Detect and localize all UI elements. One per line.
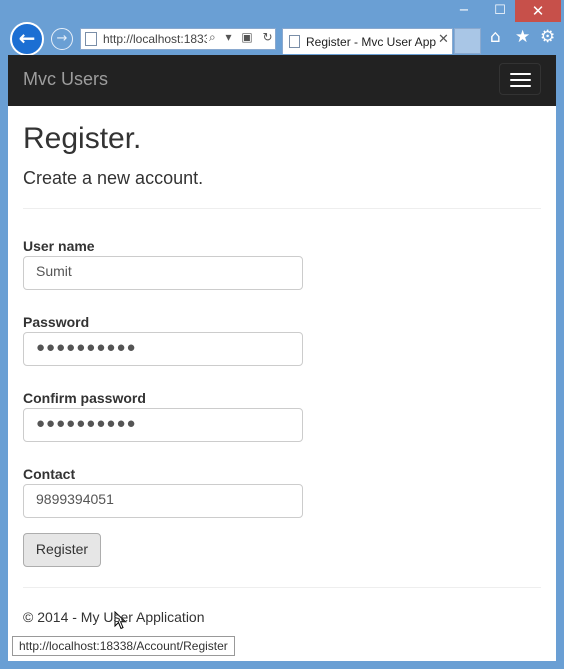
page-title: Register. [23,122,142,155]
password-input[interactable]: ●●●●●●●●●● [23,332,303,366]
footer-text: © 2014 - My User Application [23,609,205,625]
tab-close-icon[interactable]: ✕ [438,32,449,47]
password-label: Password [23,314,90,330]
favorites-star-icon[interactable]: ★ [515,27,530,47]
window-titlebar: − ☐ ✕ [0,0,564,24]
close-button[interactable]: ✕ [515,0,561,22]
confirm-password-input[interactable]: ●●●●●●●●●● [23,408,303,442]
page-icon [85,32,97,46]
gear-icon[interactable]: ⚙ [540,27,555,47]
username-label: User name [23,238,95,254]
forward-button[interactable]: → [51,28,73,50]
hamburger-bar [510,73,531,75]
site-brand-link[interactable]: Mvc Users [23,69,108,90]
maximize-button[interactable]: ☐ [486,0,514,22]
page-subtitle: Create a new account. [23,168,204,188]
navbar-toggle-button[interactable] [499,63,541,95]
hamburger-bar [510,79,531,81]
arrow-right-icon: → [56,31,68,46]
address-text[interactable]: http://localhost:1833 [103,32,207,46]
address-bar[interactable]: http://localhost:1833 ⌕ ▾ ▣ ↻ [80,28,276,50]
status-bar-url: http://localhost:18338/Account/Register [12,636,235,656]
register-button[interactable]: Register [23,533,101,567]
site-navbar: Mvc Users [8,55,556,106]
confirm-password-label: Confirm password [23,390,146,406]
page-viewport: Mvc Users Register. Create a new account… [8,55,556,661]
footer-divider [23,587,541,588]
minimize-button[interactable]: − [450,0,478,22]
contact-label: Contact [23,466,76,482]
contact-input[interactable]: 9899394051 [23,484,303,518]
back-button[interactable]: ← [10,22,44,56]
page-icon [289,35,300,48]
arrow-left-icon: ← [18,26,36,50]
hamburger-bar [510,85,531,87]
new-tab-button[interactable] [454,28,481,54]
address-bar-icons[interactable]: ⌕ ▾ ▣ ↻ [209,30,276,45]
home-icon[interactable]: ⌂ [490,27,501,47]
username-input[interactable]: Sumit [23,256,303,290]
tab-register[interactable]: Register - Mvc User App ✕ [282,28,453,54]
divider [23,208,541,209]
tab-title: Register - Mvc User App [306,35,437,49]
